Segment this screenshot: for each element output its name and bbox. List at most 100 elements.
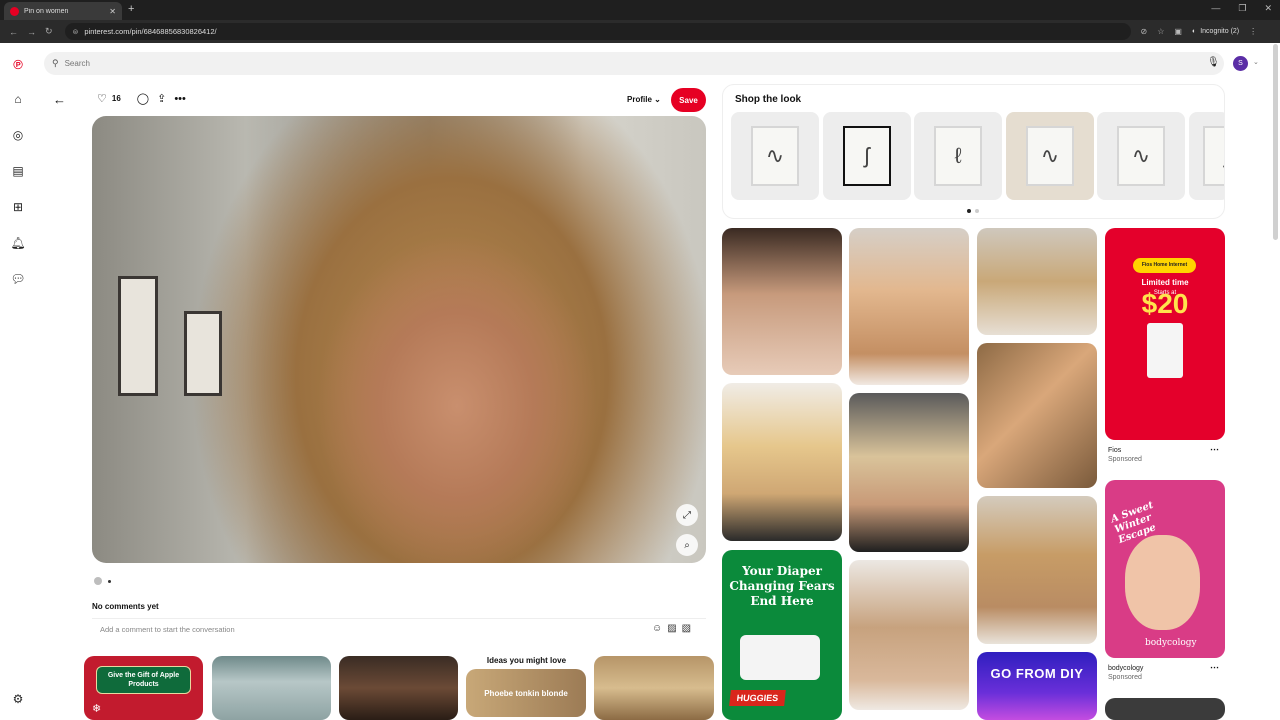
pin-card[interactable] [722, 228, 842, 375]
shop-the-look-panel: Shop the look ∿ ʃ ℓ ∿ ∿ ʃ [722, 84, 1225, 219]
visual-search-icon[interactable]: ⌕ [676, 534, 698, 556]
wipes-pack [740, 635, 820, 680]
scrollbar-thumb[interactable] [1273, 44, 1278, 240]
product-card[interactable]: ∿ [1006, 112, 1094, 200]
pin-card-blonde[interactable] [594, 656, 714, 720]
wall-frame-left [118, 276, 158, 396]
pin-card-portrait[interactable] [339, 656, 458, 720]
settings-icon[interactable]: ⚙ [10, 691, 26, 707]
address-bar-row: ← → ↻ ⊜ pinterest.com/pin/68468856830826… [0, 20, 1280, 43]
reload-icon[interactable]: ↻ [45, 26, 53, 37]
line-art-icon: ʃ [1203, 126, 1224, 186]
diy-ad-card[interactable]: GO FROM DIY [977, 652, 1097, 720]
site-info-icon[interactable]: ⊜ [73, 28, 79, 36]
comment-actions: ☺ ▨ ▧ [652, 623, 691, 634]
incognito-label: Incognito (2) [1200, 28, 1240, 35]
notifications-icon[interactable]: 🔔︎ [10, 235, 26, 251]
new-tab-button[interactable]: + [128, 3, 134, 15]
more-options-icon[interactable]: ••• [174, 93, 186, 105]
pin-creator-dots [94, 577, 111, 585]
close-window-icon[interactable]: ✕ [1264, 3, 1272, 14]
bookmark-star-icon[interactable]: ☆ [1157, 27, 1164, 36]
create-icon[interactable]: ⊞ [10, 199, 26, 215]
emoji-icon[interactable]: ☺ [652, 623, 662, 634]
account-chevron-down-icon[interactable]: ⌄ [1253, 58, 1259, 66]
url-text: pinterest.com/pin/68468856830826412/ [84, 27, 217, 36]
product-card[interactable]: ∿ [731, 112, 819, 200]
apple-gift-card[interactable]: Give the Gift of Apple Products ❄ [84, 656, 203, 720]
boards-icon[interactable]: ▤ [10, 163, 26, 179]
forward-browser-icon[interactable]: → [27, 27, 36, 37]
sponsored-label: Sponsored [1108, 674, 1142, 681]
messages-icon[interactable]: 💬︎ [10, 271, 26, 287]
image-upload-icon[interactable]: ▧ [682, 623, 691, 634]
pinterest-favicon-icon [10, 6, 19, 16]
pin-card[interactable] [722, 383, 842, 541]
idea-card[interactable]: Phoebe tonkin blonde [466, 669, 586, 717]
url-field[interactable]: ⊜ pinterest.com/pin/68468856830826412/ [64, 23, 1131, 40]
line-art-icon: ∿ [1117, 126, 1165, 186]
huggies-logo: HUGGIES [729, 690, 786, 706]
huggies-headline: Your Diaper Changing Fears End Here [729, 564, 835, 608]
pin-card[interactable] [849, 228, 969, 385]
maximize-icon[interactable]: ❐ [1238, 3, 1246, 14]
pin-card[interactable] [849, 393, 969, 552]
carousel-dots[interactable] [967, 209, 979, 213]
microphone-icon[interactable]: 🎙︎ [1207, 57, 1220, 68]
huggies-ad-card[interactable]: Your Diaper Changing Fears End Here HUGG… [722, 550, 842, 720]
bodycology-logo: bodycology [1145, 638, 1197, 648]
profile-dropdown[interactable]: Profile ⌄ [627, 95, 661, 104]
pin-card[interactable] [849, 560, 969, 710]
back-arrow-icon[interactable]: ← [53, 92, 66, 107]
more-options-icon[interactable]: ⋯ [1210, 444, 1219, 455]
home-icon[interactable]: ⌂ [10, 91, 26, 107]
tracking-off-icon[interactable]: ⊘ [1141, 27, 1148, 36]
product-card[interactable]: ∿ [1097, 112, 1185, 200]
expand-icon[interactable]: ⤢ [676, 504, 698, 526]
sticker-icon[interactable]: ▨ [667, 623, 676, 634]
product-card[interactable]: ʃ [1189, 112, 1224, 200]
router-image [1147, 323, 1183, 378]
side-panel-icon[interactable]: ▣ [1174, 27, 1182, 36]
profile-label: Profile [627, 95, 652, 104]
pinterest-logo-icon[interactable]: ℗ [10, 56, 26, 72]
save-button[interactable]: Save [671, 88, 706, 112]
incognito-indicator[interactable]: ◐ Incognito (2) [1192, 28, 1239, 35]
product-card[interactable]: ʃ [823, 112, 911, 200]
comment-icon[interactable]: ◯ [137, 92, 149, 105]
pinterest-sidebar: ℗ ⌂ ◎ ▤ ⊞ 🔔︎ 💬︎ ⚙ [0, 43, 36, 720]
advertiser-name[interactable]: bodycology [1108, 665, 1143, 672]
browser-tab-bar: Pin on women ✕ + — ❐ ✕ [0, 0, 1280, 20]
pin-card[interactable] [1105, 698, 1225, 720]
product-card[interactable]: ℓ [914, 112, 1002, 200]
pin-card-storefront[interactable] [212, 656, 331, 720]
creator-avatar[interactable] [94, 577, 102, 585]
avatar[interactable]: S [1233, 56, 1248, 71]
fios-ad-card[interactable]: Fios Home Internet Limited time Starts at… [1105, 228, 1225, 440]
sponsored-label: Sponsored [1108, 456, 1142, 463]
browser-tab[interactable]: Pin on women ✕ [4, 2, 122, 20]
share-icon[interactable]: ⇪ [157, 92, 166, 105]
line-art-icon: ʃ [843, 126, 891, 186]
pin-card[interactable] [977, 343, 1097, 488]
pin-image[interactable]: ⤢ ⌕ [92, 116, 706, 563]
shop-title: Shop the look [735, 94, 802, 105]
fios-tag: Fios Home Internet [1133, 258, 1196, 273]
incognito-icon: ◐ [1191, 28, 1197, 35]
heart-icon[interactable]: ♡ [97, 92, 107, 105]
explore-icon[interactable]: ◎ [10, 127, 26, 143]
snowflake-icon: ❄ [92, 703, 102, 715]
advertiser-name[interactable]: Fios [1108, 447, 1121, 454]
bodycology-ad-card[interactable]: A Sweet Winter Escape bodycology [1105, 480, 1225, 658]
pin-card[interactable] [977, 496, 1097, 644]
pin-card[interactable] [977, 228, 1097, 335]
search-input[interactable]: ⚲ Search [44, 52, 1224, 75]
pin-toolbar: ♡ 16 ◯ ⇪ ••• [97, 92, 186, 106]
comment-input[interactable]: Add a comment to start the conversation [92, 618, 706, 640]
more-options-icon[interactable]: ⋯ [1210, 662, 1219, 673]
line-art-icon: ∿ [1026, 126, 1074, 186]
back-browser-icon[interactable]: ← [9, 27, 18, 37]
close-tab-icon[interactable]: ✕ [109, 7, 116, 16]
browser-menu-icon[interactable]: ⋮ [1249, 27, 1257, 36]
minimize-icon[interactable]: — [1211, 3, 1220, 14]
